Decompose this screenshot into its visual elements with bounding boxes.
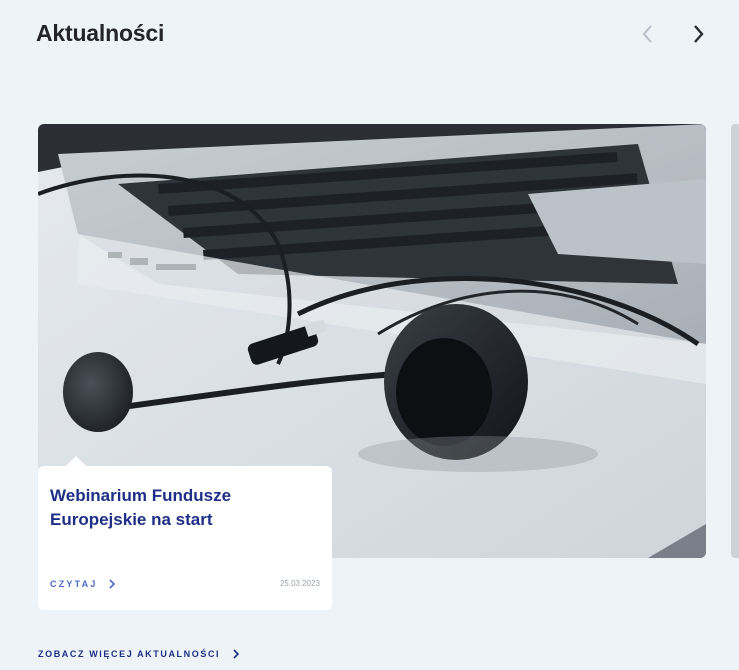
section-title: Aktualności	[36, 20, 165, 46]
chevron-right-icon	[108, 579, 115, 589]
chevron-left-icon	[642, 25, 652, 43]
chevron-right-icon	[694, 25, 704, 43]
caption-notch	[66, 456, 86, 466]
chevron-right-icon	[233, 649, 240, 659]
next-card-peek[interactable]	[731, 124, 739, 558]
see-more-news-link[interactable]: ZOBACZ WIĘCEJ AKTUALNOŚCI	[38, 648, 240, 660]
article-title[interactable]: Webinarium Fundusze Europejskie na start	[50, 484, 320, 532]
carousel-next-button[interactable]	[684, 18, 712, 50]
article-caption[interactable]: Webinarium Fundusze Europejskie na start…	[38, 466, 332, 610]
carousel-prev-button[interactable]	[634, 18, 662, 50]
see-more-news-label: ZOBACZ WIĘCEJ AKTUALNOŚCI	[38, 649, 221, 659]
read-article-label: CZYTAJ	[50, 579, 98, 589]
article-date: 25.03.2023	[279, 579, 320, 588]
read-article-link[interactable]: CZYTAJ	[50, 578, 116, 590]
